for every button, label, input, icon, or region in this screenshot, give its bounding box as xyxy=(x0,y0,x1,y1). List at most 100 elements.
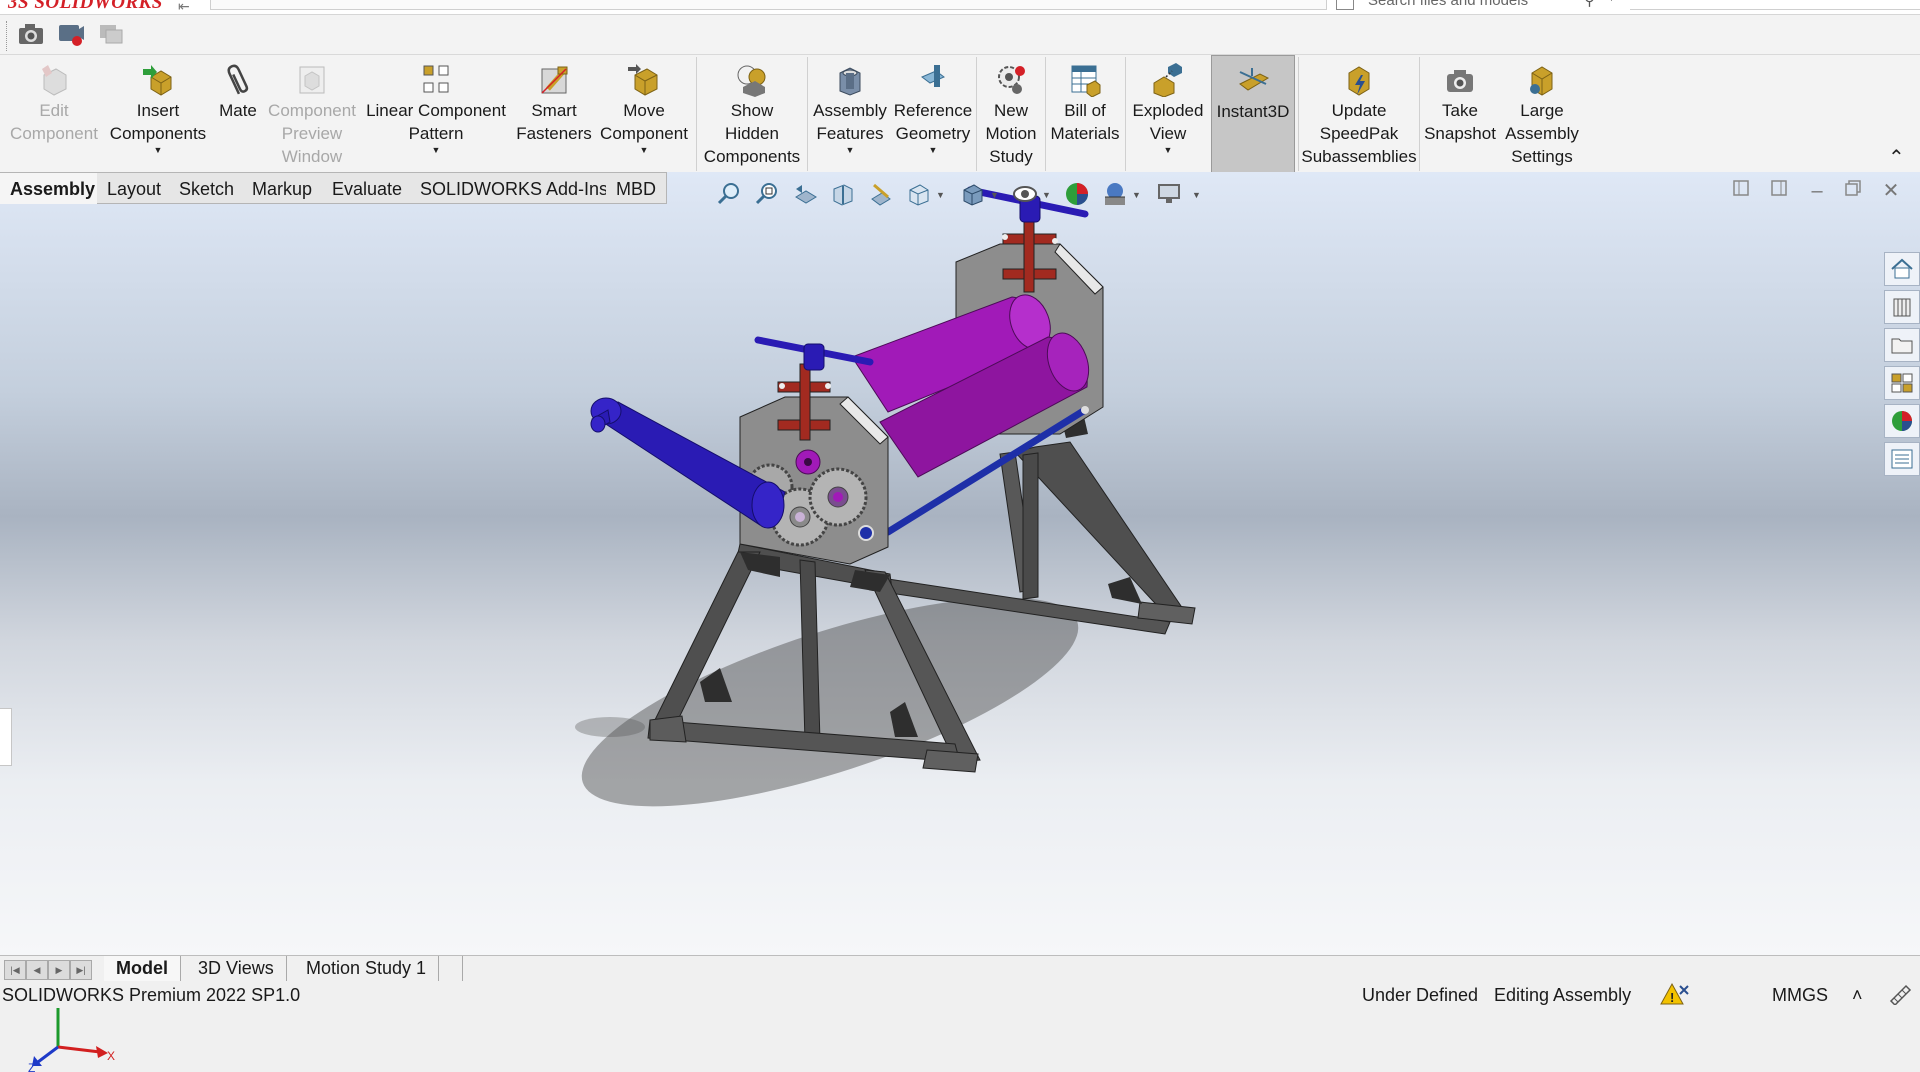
previous-tab-arrow-icon[interactable]: ◀ xyxy=(26,960,48,980)
unit-system-arrow-icon[interactable]: ˄ xyxy=(1852,985,1863,1006)
tab-sketch[interactable]: Sketch xyxy=(169,172,246,204)
display-style-dropdown-icon[interactable]: ▼ xyxy=(990,190,999,200)
instant3d-button[interactable]: Instant3D xyxy=(1211,55,1295,173)
appearances-scenes-icon[interactable] xyxy=(1884,404,1920,438)
view-orientation-icon[interactable] xyxy=(905,180,933,208)
section-view-icon[interactable] xyxy=(829,180,857,208)
motion-study-icon xyxy=(993,61,1029,99)
zoom-to-area-icon[interactable] xyxy=(753,180,781,208)
design-library-icon[interactable] xyxy=(1884,290,1920,324)
minimize-icon[interactable]: – xyxy=(1804,178,1830,204)
z-axis-label: Z xyxy=(28,1061,35,1072)
copy-screen-icon[interactable] xyxy=(96,19,126,49)
view-palette-icon[interactable] xyxy=(1884,366,1920,400)
mate-label: Mate xyxy=(219,101,257,120)
ribbon-separator xyxy=(976,57,977,171)
take-snapshot-button[interactable]: Take Snapshot xyxy=(1421,55,1499,173)
camera-icon[interactable] xyxy=(16,19,46,49)
view-orientation-dropdown-icon[interactable]: ▼ xyxy=(936,190,945,200)
show-hidden-components-button[interactable]: Show Hidden Components xyxy=(698,55,806,173)
tab-evaluate[interactable]: Evaluate xyxy=(322,172,414,204)
apply-scene-icon[interactable] xyxy=(1101,180,1129,208)
custom-properties-icon[interactable] xyxy=(1884,442,1920,476)
last-tab-arrow-icon[interactable]: ▶| xyxy=(70,960,92,980)
ribbon-separator xyxy=(1419,57,1420,171)
title-right-area xyxy=(1630,0,1920,10)
tab-assembly[interactable]: Assembly xyxy=(0,172,107,204)
reference-geometry-button[interactable]: Reference Geometry ▼ xyxy=(890,55,976,173)
search-box[interactable]: Search files and models ⚲ ▼ xyxy=(1336,0,1617,12)
insert-components-dropdown-icon[interactable]: ▼ xyxy=(154,146,163,155)
solidworks-resources-home-icon[interactable] xyxy=(1884,252,1920,286)
update-speedpak-button[interactable]: Update SpeedPak Subassemblies xyxy=(1300,55,1418,173)
hide-show-dropdown-icon[interactable]: ▼ xyxy=(1042,190,1051,200)
linear-component-pattern-label: Linear Component Pattern xyxy=(366,101,506,143)
close-icon[interactable]: ✕ xyxy=(1878,178,1904,204)
bill-of-materials-label: Bill of Materials xyxy=(1050,101,1120,143)
assembly-features-button[interactable]: Assembly Features ▼ xyxy=(810,55,890,173)
file-explorer-folder-icon[interactable] xyxy=(1884,328,1920,362)
move-component-dropdown-icon[interactable]: ▼ xyxy=(640,146,649,155)
customize-status-icon[interactable] xyxy=(1888,983,1912,1010)
smart-fasteners-button[interactable]: Smart Fasteners xyxy=(512,55,596,173)
search-dropdown-icon[interactable]: ▼ xyxy=(1606,0,1617,4)
tile-right-icon[interactable] xyxy=(1766,178,1792,204)
bill-of-materials-icon xyxy=(1067,61,1103,99)
tab-model[interactable]: Model xyxy=(104,956,181,981)
assembly-model[interactable] xyxy=(0,172,1920,955)
search-icon[interactable]: ⚲ xyxy=(1584,0,1595,9)
search-input[interactable]: Search files and models xyxy=(1368,0,1528,9)
bottom-tab-bar: |◀ ◀ ▶ ▶| Model 3D Views Motion Study 1 xyxy=(0,955,1920,982)
assembly-features-label: Assembly Features xyxy=(813,101,887,143)
new-motion-study-button[interactable]: New Motion Study xyxy=(978,55,1044,173)
show-hidden-components-label: Show Hidden Components xyxy=(703,101,801,166)
ribbon-separator xyxy=(807,57,808,171)
tab-motion-study-1[interactable]: Motion Study 1 xyxy=(294,956,440,981)
toolbar-grip[interactable] xyxy=(6,21,8,51)
solidworks-logo[interactable]: 3S SOLIDWORKS xyxy=(8,0,163,14)
exploded-view-button[interactable]: Exploded View ▼ xyxy=(1126,55,1210,173)
next-tab-arrow-icon[interactable]: ▶ xyxy=(48,960,70,980)
hide-show-items-icon[interactable] xyxy=(1011,180,1039,208)
edit-appearance-icon[interactable] xyxy=(1063,180,1091,208)
apply-scene-dropdown-icon[interactable]: ▼ xyxy=(1132,190,1141,200)
linear-pattern-dropdown-icon[interactable]: ▼ xyxy=(432,146,441,155)
insert-components-button[interactable]: Insert Components ▼ xyxy=(104,55,212,173)
dynamic-annotation-views-icon[interactable] xyxy=(867,180,895,208)
linear-component-pattern-button[interactable]: Linear Component Pattern ▼ xyxy=(360,55,512,173)
display-style-icon[interactable] xyxy=(959,180,987,208)
update-speedpak-label: Update SpeedPak Subassemblies xyxy=(1301,101,1417,166)
tab-mbd[interactable]: MBD xyxy=(606,172,667,204)
restore-icon[interactable] xyxy=(1840,178,1866,204)
tab-layout[interactable]: Layout xyxy=(97,172,173,204)
edit-component-button[interactable]: Edit Component xyxy=(4,55,104,173)
first-tab-arrow-icon[interactable]: |◀ xyxy=(4,960,26,980)
graphics-area[interactable]: Y X Z xyxy=(0,172,1920,1072)
unit-system-text[interactable]: MMGS xyxy=(1772,985,1828,1006)
zoom-to-fit-icon[interactable] xyxy=(715,180,743,208)
tile-left-icon[interactable] xyxy=(1728,178,1754,204)
bill-of-materials-button[interactable]: Bill of Materials xyxy=(1046,55,1124,173)
instant3d-icon xyxy=(1235,62,1271,100)
view-settings-dropdown-icon[interactable]: ▼ xyxy=(1192,190,1201,200)
tab-markup[interactable]: Markup xyxy=(242,172,324,204)
move-component-button[interactable]: Move Component ▼ xyxy=(596,55,692,173)
assembly-features-dropdown-icon[interactable]: ▼ xyxy=(846,146,855,155)
smart-fasteners-icon xyxy=(536,61,572,99)
large-assembly-settings-button[interactable]: Large Assembly Settings xyxy=(1500,55,1584,173)
mate-button[interactable]: Mate xyxy=(212,55,264,173)
rebuild-warning-icon[interactable]: ! xyxy=(1660,982,1690,1011)
tab-3d-views[interactable]: 3D Views xyxy=(186,956,287,981)
pin-icon[interactable]: ⇤ xyxy=(178,0,190,14)
search-scope-icon[interactable] xyxy=(1336,0,1354,10)
tab-solidworks-add-ins[interactable]: SOLIDWORKS Add-Ins xyxy=(410,172,620,204)
component-preview-window-button[interactable]: Component Preview Window xyxy=(264,55,360,173)
record-video-icon[interactable] xyxy=(56,19,86,49)
exploded-view-dropdown-icon[interactable]: ▼ xyxy=(1164,146,1173,155)
previous-view-icon[interactable] xyxy=(791,180,819,208)
exploded-view-label: Exploded View xyxy=(1132,101,1204,143)
collapse-ribbon-chevron-icon[interactable]: ⌃ xyxy=(1888,145,1905,170)
feature-manager-flyout-tab[interactable] xyxy=(0,708,12,766)
reference-geometry-dropdown-icon[interactable]: ▼ xyxy=(929,146,938,155)
view-settings-monitor-icon[interactable] xyxy=(1155,180,1183,208)
